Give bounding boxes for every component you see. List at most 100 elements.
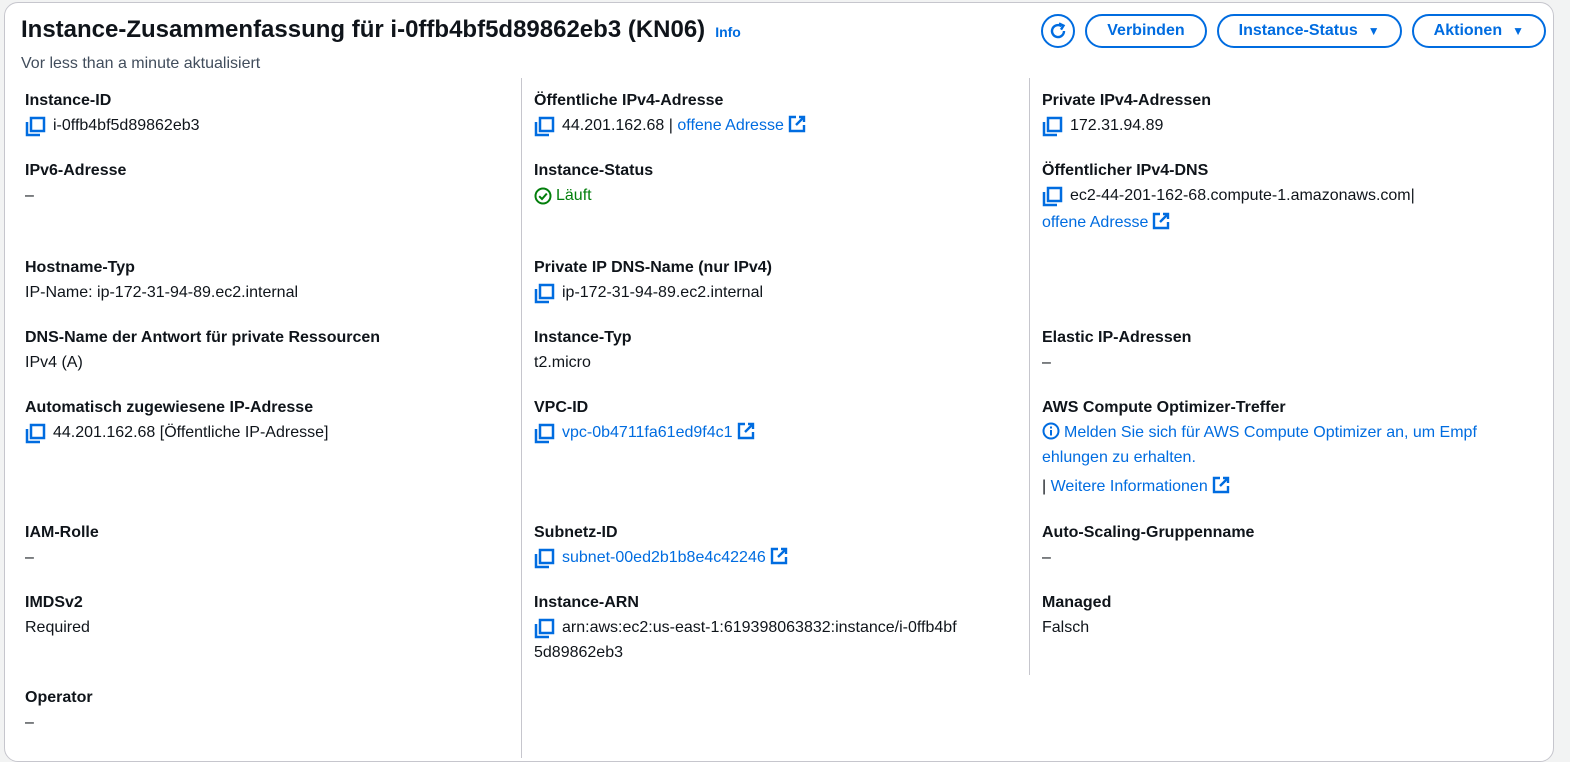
field-label: Auto-Scaling-Gruppenname — [1042, 524, 1255, 541]
field-instance-id: Instance-ID i-0ffb4bf5d89862eb3 — [25, 88, 200, 138]
actions-dropdown-label: Aktionen — [1433, 22, 1503, 39]
connect-button-label: Verbinden — [1107, 22, 1185, 39]
field-private-ipv4: Private IPv4-Adressen 172.31.94.89 — [1042, 88, 1211, 138]
field-instance-arn: Instance-ARN arn:aws:ec2:us-east-1:61939… — [534, 590, 957, 665]
field-label: Instance-ID — [25, 92, 112, 109]
field-label: Private IP DNS-Name (nur IPv4) — [534, 259, 773, 276]
field-label: Managed — [1042, 594, 1112, 611]
field-label: DNS-Name der Antwort für private Ressour… — [25, 329, 381, 346]
separator: | — [668, 117, 673, 134]
field-elastic-ip: Elastic IP-Adressen – — [1042, 325, 1191, 375]
instance-status-dropdown-label: Instance-Status — [1238, 22, 1358, 39]
field-hostname-type: Hostname-Typ IP-Name: ip-172-31-94-89.ec… — [25, 255, 298, 305]
field-ipv6: IPv6-Adresse – — [25, 158, 126, 208]
field-label: Öffentliche IPv4-Adresse — [534, 92, 724, 109]
column-divider-2 — [1029, 78, 1030, 675]
external-link-icon[interactable] — [770, 547, 788, 565]
field-operator: Operator – — [25, 685, 93, 735]
optimizer-signup-line1: Melden Sie sich für AWS Compute Optimize… — [1064, 424, 1477, 441]
copy-icon[interactable] — [1042, 185, 1064, 207]
optimizer-signup-line2[interactable]: ehlungen zu erhalten. — [1042, 445, 1542, 470]
instance-status-dropdown[interactable]: Instance-Status ▼ — [1216, 14, 1402, 48]
public-dns-value: ec2-44-201-162-68.compute-1.amazonaws.co… — [1070, 187, 1411, 204]
open-address-link[interactable]: offene Adresse — [677, 117, 783, 134]
field-iam-role: IAM-Rolle – — [25, 520, 99, 570]
vpc-id-link[interactable]: vpc-0b4711fa61ed9f4c1 — [562, 424, 733, 441]
field-label: Automatisch zugewiesene IP-Adresse — [25, 399, 314, 416]
info-icon — [1042, 422, 1060, 440]
refresh-icon — [1051, 22, 1066, 39]
open-address-link[interactable]: offene Adresse — [1042, 214, 1148, 231]
copy-icon[interactable] — [534, 547, 556, 569]
copy-icon[interactable] — [1042, 115, 1064, 137]
external-link-icon[interactable] — [1152, 212, 1170, 230]
field-label: IPv6-Adresse — [25, 162, 127, 179]
separator: | — [1042, 478, 1047, 495]
imdsv2-value: Required — [25, 619, 90, 636]
field-asg-name: Auto-Scaling-Gruppenname – — [1042, 520, 1254, 570]
status-running: Läuft — [534, 183, 653, 208]
field-label: Elastic IP-Adressen — [1042, 329, 1192, 346]
private-ipv4-value: 172.31.94.89 — [1070, 117, 1164, 134]
caret-down-icon: ▼ — [1512, 24, 1524, 38]
field-label: Instance-ARN — [534, 594, 639, 611]
asg-name-value: – — [1042, 549, 1051, 566]
field-label: AWS Compute Optimizer-Treffer — [1042, 399, 1286, 416]
public-ipv4-value: 44.201.162.68 — [562, 117, 665, 134]
ipv6-value: – — [25, 187, 34, 204]
field-subnet-id: Subnetz-ID subnet-00ed2b1b8e4c42246 — [534, 520, 788, 570]
field-label: VPC-ID — [534, 399, 589, 416]
copy-icon[interactable] — [534, 617, 556, 639]
instance-arn-value-line1: arn:aws:ec2:us-east-1:619398063832:insta… — [562, 619, 957, 636]
field-imdsv2: IMDSv2 Required — [25, 590, 90, 640]
field-instance-status: Instance-Status Läuft — [534, 158, 653, 208]
dns-answer-value: IPv4 (A) — [25, 354, 83, 371]
field-public-ipv4: Öffentliche IPv4-Adresse 44.201.162.68 |… — [534, 88, 806, 138]
instance-status-value: Läuft — [556, 187, 592, 204]
field-label: Subnetz-ID — [534, 524, 618, 541]
managed-value: Falsch — [1042, 619, 1090, 636]
header-actions: Verbinden Instance-Status ▼ Aktionen ▼ — [1041, 14, 1546, 48]
field-auto-ip: Automatisch zugewiesene IP-Adresse 44.20… — [25, 395, 328, 445]
column-divider-1 — [521, 78, 522, 758]
optimizer-signup-link[interactable]: Melden Sie sich für AWS Compute Optimize… — [1042, 420, 1542, 445]
info-link[interactable]: Info — [715, 24, 741, 40]
copy-icon[interactable] — [25, 115, 47, 137]
hostname-type-value: IP-Name: ip-172-31-94-89.ec2.internal — [25, 284, 299, 301]
field-instance-type: Instance-Typ t2.micro — [534, 325, 632, 375]
private-dns-value: ip-172-31-94-89.ec2.internal — [562, 284, 764, 301]
refresh-button[interactable] — [1041, 14, 1076, 48]
connect-button[interactable]: Verbinden — [1085, 14, 1207, 48]
iam-role-value: – — [25, 549, 34, 566]
last-updated-text: Vor less than a minute aktualisiert — [21, 55, 261, 72]
actions-dropdown[interactable]: Aktionen ▼ — [1411, 14, 1546, 48]
instance-type-value: t2.micro — [534, 354, 591, 371]
field-label: Instance-Typ — [534, 329, 632, 346]
instance-arn-value-line2: 5d89862eb3 — [534, 644, 623, 661]
auto-ip-value: 44.201.162.68 [Öffentliche IP-Adresse] — [53, 424, 329, 441]
external-link-icon[interactable] — [737, 422, 755, 440]
field-label: Instance-Status — [534, 162, 654, 179]
external-link-icon[interactable] — [788, 115, 806, 133]
field-dns-answer: DNS-Name der Antwort für private Ressour… — [25, 325, 380, 375]
field-managed: Managed Falsch — [1042, 590, 1111, 640]
external-link-icon[interactable] — [1212, 476, 1230, 494]
copy-icon[interactable] — [534, 115, 556, 137]
field-label: Hostname-Typ — [25, 259, 135, 276]
field-compute-optimizer: AWS Compute Optimizer-Treffer Melden Sie… — [1042, 395, 1542, 499]
more-info-link[interactable]: Weitere Informationen — [1051, 478, 1208, 495]
instance-id-value: i-0ffb4bf5d89862eb3 — [53, 117, 200, 134]
copy-icon[interactable] — [534, 422, 556, 444]
field-label: Operator — [25, 689, 93, 706]
subnet-id-link[interactable]: subnet-00ed2b1b8e4c42246 — [562, 549, 766, 566]
field-label: IMDSv2 — [25, 594, 83, 611]
field-label: IAM-Rolle — [25, 524, 99, 541]
copy-icon[interactable] — [534, 282, 556, 304]
copy-icon[interactable] — [25, 422, 47, 444]
caret-down-icon: ▼ — [1367, 24, 1380, 38]
operator-value: – — [25, 714, 34, 731]
field-label: Private IPv4-Adressen — [1042, 92, 1211, 109]
check-circle-icon — [534, 187, 552, 204]
separator: | — [1410, 187, 1415, 204]
field-vpc-id: VPC-ID vpc-0b4711fa61ed9f4c1 — [534, 395, 755, 445]
